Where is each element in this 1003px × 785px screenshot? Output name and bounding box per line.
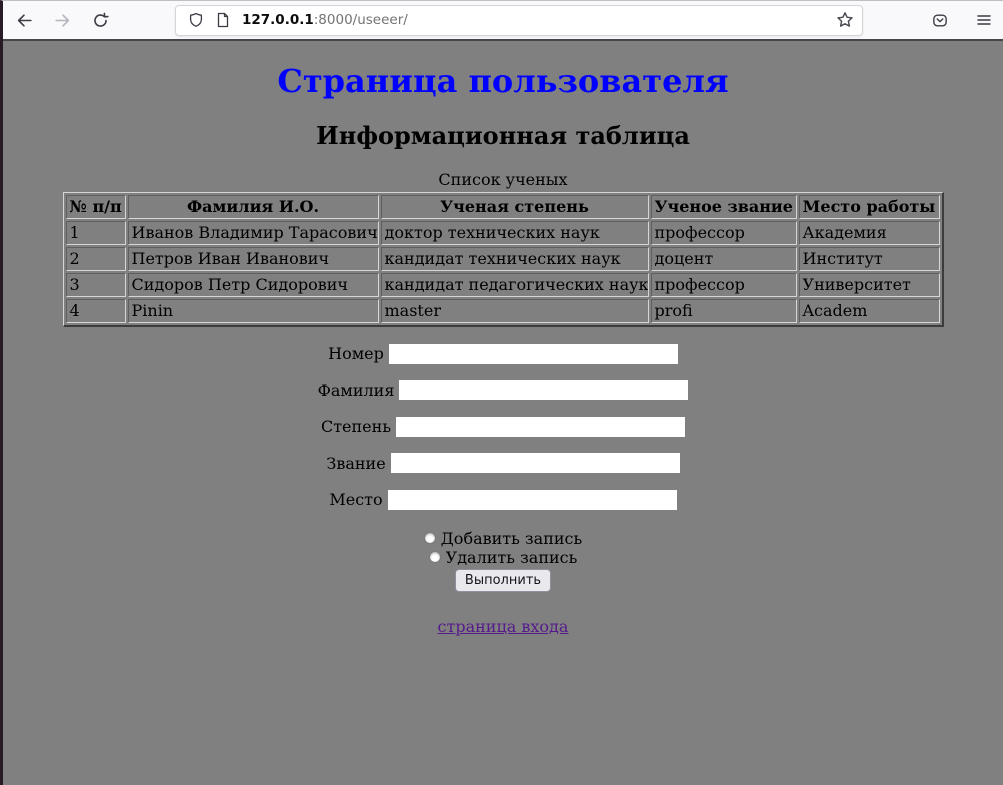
add-record-radio[interactable]	[424, 532, 436, 544]
scientists-table-body: 1Иванов Владимир Тарасовичдоктор техниче…	[66, 221, 940, 323]
table-cell: доцент	[651, 247, 797, 271]
surname-label: Фамилия	[318, 381, 395, 400]
table-cell: 2	[66, 247, 126, 271]
form-row-title: Звание	[3, 453, 1003, 474]
url-path: :8000/useeer/	[314, 12, 408, 28]
table-row: 1Иванов Владимир Тарасовичдоктор техниче…	[66, 221, 940, 245]
table-cell: Иванов Владимир Тарасович	[128, 221, 379, 245]
table-cell: Academ	[799, 299, 940, 323]
table-cell: кандидат педагогических наук	[381, 273, 649, 297]
table-cell: доктор технических наук	[381, 221, 649, 245]
column-header: Фамилия И.О.	[128, 195, 379, 219]
title-label: Звание	[326, 454, 385, 473]
shield-icon[interactable]	[188, 12, 204, 28]
bookmark-star-icon[interactable]	[836, 11, 854, 29]
toolbar-right-icons	[905, 12, 993, 29]
degree-label: Степень	[321, 417, 391, 436]
page-info-icon[interactable]	[216, 12, 230, 28]
add-record-radio-label: Добавить запись	[441, 529, 582, 548]
column-header: Ученое звание	[651, 195, 797, 219]
form-row-place: Место	[3, 489, 1003, 510]
column-header: Ученая степень	[381, 195, 649, 219]
table-cell: profi	[651, 299, 797, 323]
url-text: 127.0.0.1:8000/useeer/	[242, 12, 836, 28]
table-cell: 1	[66, 221, 126, 245]
table-row: 2Петров Иван Ивановичкандидат технически…	[66, 247, 940, 271]
scientists-table: № п/пФамилия И.О.Ученая степеньУченое зв…	[63, 192, 944, 327]
table-cell: Pinin	[128, 299, 379, 323]
title-field[interactable]	[391, 453, 680, 473]
page-content: Страница пользователя Информационная таб…	[3, 41, 1003, 783]
place-label: Место	[329, 490, 382, 509]
record-form: Номер Фамилия Степень Звание Место	[3, 343, 1003, 510]
table-cell: Академия	[799, 221, 940, 245]
execute-button[interactable]: Выполнить	[455, 569, 551, 592]
table-cell: Университет	[799, 273, 940, 297]
submit-row: Выполнить	[3, 569, 1003, 592]
table-cell: Петров Иван Иванович	[128, 247, 379, 271]
degree-field[interactable]	[396, 417, 685, 437]
delete-record-radio-label: Удалить запись	[446, 548, 578, 567]
back-arrow-icon	[16, 12, 33, 29]
link-row: страница входа	[3, 617, 1003, 636]
form-row-surname: Фамилия	[3, 380, 1003, 401]
page-title: Страница пользователя	[3, 62, 1003, 100]
table-caption: Список ученых	[3, 170, 1003, 189]
url-bar[interactable]: 127.0.0.1:8000/useeer/	[175, 5, 863, 36]
table-cell: Институт	[799, 247, 940, 271]
reload-icon	[92, 12, 109, 29]
menu-icon[interactable]	[975, 12, 993, 28]
radio-line-add-record: Добавить запись	[3, 529, 1003, 548]
browser-window: 127.0.0.1:8000/useeer/ Страница пользова…	[0, 0, 1003, 785]
table-row: 3Сидоров Петр Сидоровичкандидат педагоги…	[66, 273, 940, 297]
action-radio-group: Добавить записьУдалить запись	[3, 529, 1003, 567]
place-field[interactable]	[388, 490, 677, 510]
number-label: Номер	[328, 344, 384, 363]
browser-toolbar: 127.0.0.1:8000/useeer/	[3, 1, 1003, 41]
number-field[interactable]	[389, 344, 678, 364]
forward-button[interactable]	[47, 5, 77, 35]
table-cell: профессор	[651, 221, 797, 245]
column-header: № п/п	[66, 195, 126, 219]
login-page-link[interactable]: страница входа	[438, 617, 569, 636]
table-cell: Сидоров Петр Сидорович	[128, 273, 379, 297]
column-header: Место работы	[799, 195, 940, 219]
reload-button[interactable]	[85, 5, 115, 35]
table-cell: кандидат технических наук	[381, 247, 649, 271]
table-cell: 3	[66, 273, 126, 297]
forward-arrow-icon	[54, 12, 71, 29]
delete-record-radio[interactable]	[429, 551, 441, 563]
form-row-degree: Степень	[3, 416, 1003, 437]
url-host: 127.0.0.1	[242, 12, 314, 28]
table-cell: 4	[66, 299, 126, 323]
form-row-number: Номер	[3, 343, 1003, 364]
surname-field[interactable]	[399, 380, 688, 400]
table-cell: master	[381, 299, 649, 323]
table-header-row: № п/пФамилия И.О.Ученая степеньУченое зв…	[66, 195, 940, 219]
table-cell: профессор	[651, 273, 797, 297]
back-button[interactable]	[9, 5, 39, 35]
table-row: 4PininmasterprofiAcadem	[66, 299, 940, 323]
page-subtitle: Информационная таблица	[3, 121, 1003, 150]
pocket-icon[interactable]	[931, 12, 949, 29]
radio-line-delete-record: Удалить запись	[3, 548, 1003, 567]
